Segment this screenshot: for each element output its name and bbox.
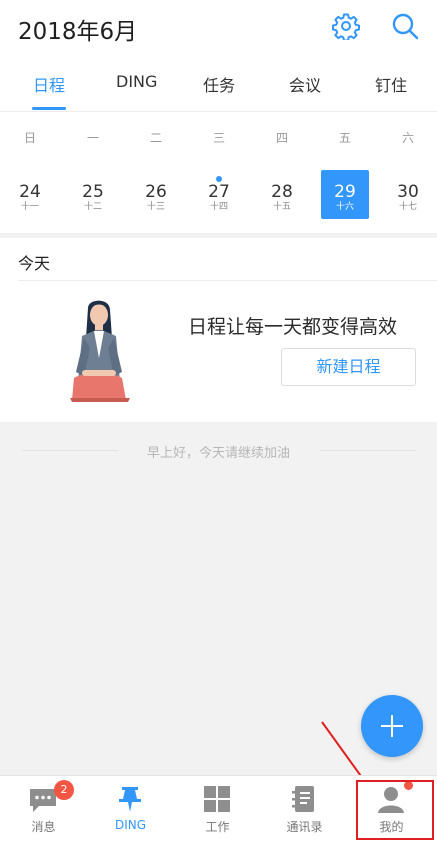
- top-panel: 2018年6月 日程 DING 任务 会议 钉住 日 一 二 三 四 五 六 2…: [0, 0, 437, 233]
- nav-work[interactable]: 工作: [174, 776, 261, 844]
- day-number: 28: [271, 182, 293, 202]
- divider: [320, 450, 416, 451]
- weekday-label: 日: [23, 131, 36, 145]
- weekday-label: 三: [212, 131, 225, 145]
- weekday-label: 五: [338, 131, 351, 145]
- divider: [18, 280, 437, 281]
- day-number: 27: [208, 182, 230, 202]
- day-number: 26: [145, 182, 167, 202]
- annotation-highlight-box: [356, 780, 434, 840]
- lunar-date: 十五: [272, 202, 291, 212]
- calendar-day[interactable]: 25 十二: [69, 170, 117, 219]
- nav-label: 通讯录: [286, 820, 323, 834]
- search-icon[interactable]: [391, 12, 419, 40]
- woman-illustration: [70, 300, 130, 402]
- unread-badge: 2: [54, 780, 74, 800]
- pin-icon: [119, 787, 141, 812]
- nav-ding[interactable]: DING: [87, 776, 174, 844]
- grid-icon: [204, 786, 230, 812]
- calendar-day[interactable]: 28 十五: [258, 170, 306, 219]
- weekday-label: 四: [275, 131, 288, 145]
- lunar-date: 十六: [335, 202, 354, 212]
- month-title[interactable]: 2018年6月: [18, 12, 137, 46]
- calendar-day[interactable]: 30 十七: [384, 170, 432, 219]
- gear-icon[interactable]: [332, 12, 360, 40]
- lunar-date: 十四: [209, 202, 228, 212]
- contacts-book-icon: [292, 786, 314, 812]
- plus-icon-bar: [391, 715, 393, 737]
- today-panel: 今天 日程让每一天都变得高效 新建日程: [0, 238, 437, 422]
- tab-schedule[interactable]: 日程: [33, 72, 65, 96]
- day-number: 24: [19, 182, 41, 202]
- tab-pinned[interactable]: 钉住: [375, 72, 407, 96]
- lunar-date: 十七: [398, 202, 417, 212]
- today-label: 今天: [18, 254, 51, 273]
- calendar-day[interactable]: 24 十一: [6, 170, 54, 219]
- nav-label: 工作: [205, 820, 230, 834]
- nav-contacts[interactable]: 通讯录: [261, 776, 348, 844]
- empty-state-message: 日程让每一天都变得高效: [188, 316, 398, 338]
- calendar-day[interactable]: 27 十四: [195, 170, 243, 219]
- event-dot: [216, 176, 222, 182]
- add-button[interactable]: [361, 695, 423, 757]
- day-number: 25: [82, 182, 104, 202]
- tab-bar: 日程 DING 任务 会议 钉住: [0, 60, 437, 112]
- nav-label: 消息: [31, 820, 56, 834]
- tab-tasks[interactable]: 任务: [203, 72, 235, 96]
- greeting-row: 早上好，今天请继续加油: [0, 440, 437, 462]
- nav-messages[interactable]: 2 消息: [0, 776, 87, 844]
- nav-label: DING: [114, 818, 147, 832]
- tab-meetings[interactable]: 会议: [289, 72, 321, 96]
- greeting-text: 早上好，今天请继续加油: [146, 446, 290, 461]
- weekday-label: 一: [86, 131, 99, 145]
- tab-ding[interactable]: DING: [116, 72, 157, 91]
- weekday-label: 六: [401, 131, 414, 145]
- day-number: 30: [397, 182, 419, 202]
- new-schedule-button[interactable]: 新建日程: [281, 348, 416, 386]
- tab-indicator: [32, 107, 66, 110]
- lunar-date: 十二: [83, 202, 102, 212]
- lunar-date: 十一: [20, 202, 39, 212]
- calendar-day-selected[interactable]: 29 十六: [321, 170, 369, 219]
- weekday-label: 二: [149, 131, 162, 145]
- calendar-day[interactable]: 26 十三: [132, 170, 180, 219]
- lunar-date: 十三: [146, 202, 165, 212]
- day-number: 29: [334, 182, 356, 202]
